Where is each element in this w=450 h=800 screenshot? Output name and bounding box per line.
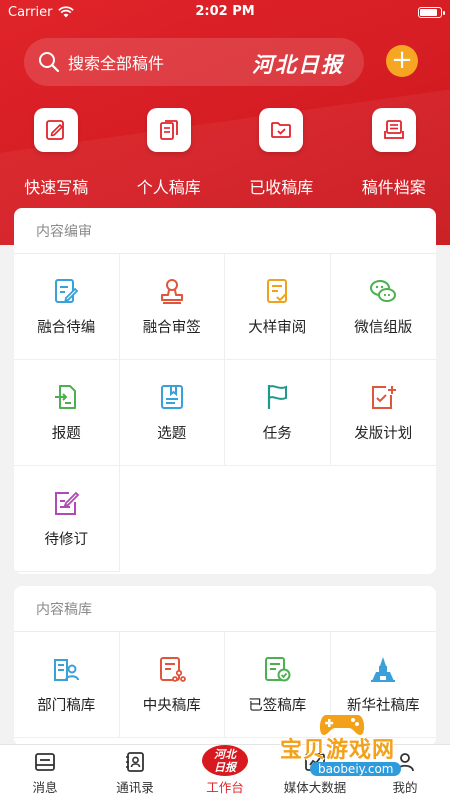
quick-action-personal-library[interactable]: 个人稿库 (113, 108, 226, 198)
watermark-text: 宝贝游戏网 (280, 738, 396, 763)
grid-item-label: 部门稿库 (37, 698, 96, 714)
status-time: 2:02 PM (195, 4, 255, 19)
quick-action-received-library[interactable]: 已收稿库 (225, 108, 338, 198)
section-title: 内容稿库 (14, 586, 436, 632)
add-button[interactable]: + (386, 45, 418, 77)
search-icon (38, 51, 60, 73)
quick-action-label: 稿件档案 (361, 178, 426, 197)
status-bar: Carrier 2:02 PM (0, 0, 450, 24)
edit-doc-icon (55, 279, 79, 303)
grid-item-label: 大样审阅 (248, 320, 307, 336)
central-library-icon (159, 657, 186, 682)
section-title: 内容编审 (14, 208, 436, 254)
grid-item-label: 报题 (51, 426, 81, 442)
grid-item-dept-library[interactable]: 部门稿库 (14, 632, 120, 738)
stamp-icon (160, 279, 183, 304)
workbench-logo-bottom: 日报 (214, 760, 236, 774)
signed-library-icon (265, 657, 291, 682)
pencil-icon (34, 108, 79, 152)
grid-item-proof-review[interactable]: 大样审阅 (225, 254, 331, 360)
search-placeholder: 搜索全部稿件 (68, 54, 165, 73)
grid-item-label: 融合待编 (37, 320, 96, 336)
workbench-logo-top: 河北 (214, 747, 236, 761)
check-doc-icon (267, 279, 288, 303)
tab-contacts[interactable]: 通讯录 (90, 745, 180, 800)
topic-doc-icon (160, 385, 183, 409)
message-icon (35, 753, 55, 771)
flag-icon (268, 385, 288, 409)
grid-item-merge-sign[interactable]: 融合审签 (119, 254, 225, 360)
quick-actions: 快速写稿 个人稿库 已收稿库 稿件档案 (0, 108, 450, 198)
quick-action-label: 个人稿库 (136, 178, 201, 197)
grid-item-release-plan[interactable]: 发版计划 (330, 360, 436, 466)
tab-label: 消息 (32, 780, 58, 795)
wechat-icon (370, 280, 397, 302)
grid-item-task[interactable]: 任务 (225, 360, 331, 466)
grid-item-label: 融合审签 (142, 320, 201, 336)
content-review-card: 内容编审 融合待编 融合审签 大样审阅 微信组版 报题 选题 任务 发版计划 待… (14, 208, 436, 574)
quick-action-label: 已收稿库 (249, 178, 314, 197)
tab-workbench[interactable]: 河北 日报 工作台 (180, 745, 270, 800)
quick-action-label: 快速写稿 (24, 178, 89, 197)
grid-item-central-library[interactable]: 中央稿库 (119, 632, 225, 738)
documents-icon (146, 108, 191, 152)
grid-item-label: 选题 (157, 426, 187, 442)
grid-item-label: 发版计划 (354, 426, 413, 442)
folder-icon (259, 108, 304, 152)
grid-item-label: 中央稿库 (142, 698, 201, 714)
dept-library-icon (54, 659, 80, 681)
grid-item-label: 微信组版 (354, 320, 413, 336)
battery-icon (418, 6, 445, 18)
workbench-logo-icon: 河北 日报 (202, 745, 248, 776)
grid-item-wechat-layout[interactable]: 微信组版 (330, 254, 436, 360)
tab-label: 工作台 (206, 780, 244, 795)
content-review-grid: 融合待编 融合审签 大样审阅 微信组版 报题 选题 任务 发版计划 待修订 (14, 254, 436, 572)
brand-logo: 河北日报 (252, 52, 344, 77)
quick-action-archive[interactable]: 稿件档案 (338, 108, 450, 198)
tab-label: 通讯录 (116, 780, 154, 795)
grid-item-label: 待修订 (44, 532, 89, 548)
grid-item-pending-revision[interactable]: 待修订 (14, 466, 120, 572)
submit-doc-icon (55, 385, 77, 409)
tab-messages[interactable]: 消息 (0, 745, 90, 800)
xinhua-library-icon (371, 657, 396, 682)
grid-item-merge-pending[interactable]: 融合待编 (14, 254, 120, 360)
watermark-url: baobeiy.com (310, 762, 402, 776)
grid-item-select-topic[interactable]: 选题 (119, 360, 225, 466)
watermark: 宝贝游戏网 baobeiy.com (270, 706, 450, 784)
grid-item-report-topic[interactable]: 报题 (14, 360, 120, 466)
revise-icon (55, 491, 80, 515)
contacts-icon (126, 752, 144, 772)
quick-action-write[interactable]: 快速写稿 (0, 108, 113, 198)
grid-item-label: 任务 (262, 426, 292, 442)
plan-icon (372, 386, 397, 409)
archive-icon (371, 108, 416, 152)
search-bar[interactable]: 搜索全部稿件 河北日报 (24, 38, 364, 86)
